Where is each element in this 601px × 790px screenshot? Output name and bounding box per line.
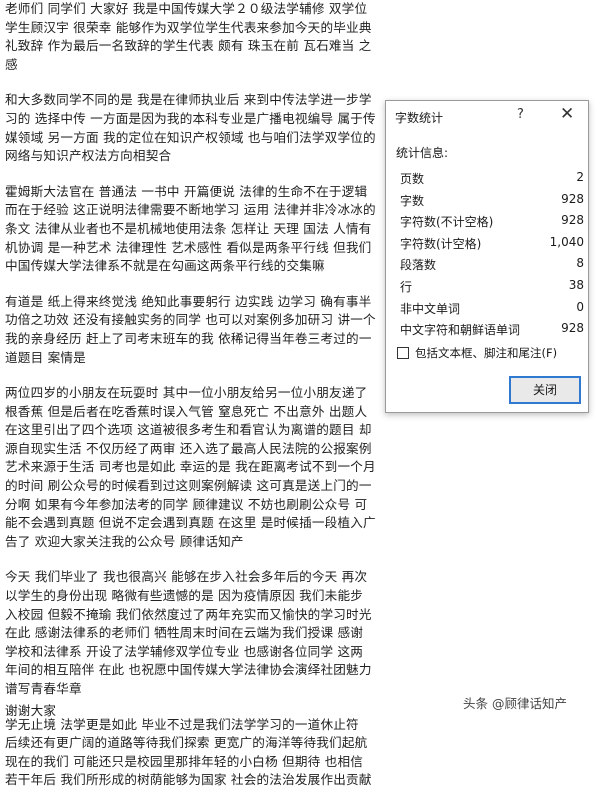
stat-label: 非中文单词 [400,301,461,316]
word-count-dialog: 字数统计 ? ✕ 统计信息: 页数 2 字数 928 字符数(不计空格) 928… [385,100,589,413]
stat-label: 字符数(计空格) [400,236,482,251]
checkbox-label: 包括文本框、脚注和尾注(F) [415,346,558,360]
stat-row-pages: 页数 2 [386,168,590,190]
close-icon[interactable]: ✕ [560,104,574,124]
stat-value: 928 [561,321,584,336]
paragraph-4: 有道是 纸上得来终觉浅 绝知此事要躬行 边实践 边学习 确有事半功倍之功效 还没… [5,293,376,365]
stat-row-words: 字数 928 [386,190,590,212]
stat-value: 38 [568,277,584,292]
dialog-title: 字数统计 [395,111,444,125]
closing-line: 谢谢大家 [5,703,57,718]
paragraph-1: 老师们 同学们 大家好 我是中国传媒大学２０级法学辅修 双学位学生顾汉宇 很荣幸… [5,1,372,72]
stat-row-chars-no-spaces: 字符数(不计空格) 928 [386,211,590,233]
watermark: 头条 @顾律话知产 [463,696,567,711]
statistics-label: 统计信息: [396,146,449,160]
stat-value: 1,040 [549,234,584,249]
stat-value: 2 [576,170,584,184]
stat-label: 中文字符和朝鲜语单词 [400,323,521,338]
stat-value: 8 [576,256,584,271]
stat-row-chinese-korean: 中文字符和朝鲜语单词 928 [386,319,590,341]
document-body: 老师们 同学们 大家好 我是中国传媒大学２０级法学辅修 双学位学生顾汉宇 很荣幸… [5,0,377,790]
stat-label: 字符数(不计空格) [400,215,494,230]
stat-value: 928 [561,191,584,206]
paragraph-7: 学无止境 法学更是如此 毕业不过是我们法学学习的一道休止符 后续还有更广阔的道路… [5,716,372,788]
close-button[interactable]: 关闭 [509,376,581,404]
paragraph-2: 和大多数同学不同的是 我是在律师执业后 来到中传法学进一步学习的 选择中传 一方… [5,92,376,164]
stat-row-lines: 行 38 [386,276,590,298]
stat-label: 段落数 [400,258,437,273]
checkbox-box[interactable] [397,347,409,359]
paragraph-5: 两位四岁的小朋友在玩耍时 其中一位小朋友给另一位小朋友递了根香蕉 但是后者在吃香… [5,385,376,549]
stat-row-paragraphs: 段落数 8 [386,254,590,276]
help-icon[interactable]: ? [517,107,524,122]
stat-row-chars-with-spaces: 字符数(计空格) 1,040 [386,233,590,255]
stat-label: 页数 [400,172,425,186]
statistics-list: 页数 2 字数 928 字符数(不计空格) 928 字符数(计空格) 1,040… [386,168,590,341]
stat-row-non-chinese-words: 非中文单词 0 [386,298,590,320]
stat-label: 字数 [400,193,425,208]
stat-value: 928 [561,213,584,228]
include-textboxes-checkbox[interactable]: 包括文本框、脚注和尾注(F) [397,345,557,361]
paragraph-6: 今天 我们毕业了 我也很高兴 能够在步入社会多年后的今天 再次以学生的身份出现 … [5,569,372,696]
paragraph-3: 霍姆斯大法官在 普通法 一书中 开篇便说 法律的生命不在于逻辑而在于经验 这正说… [5,183,376,274]
dialog-titlebar: 字数统计 ? ✕ [386,101,588,131]
stat-label: 行 [400,279,413,294]
stat-value: 0 [576,299,584,314]
